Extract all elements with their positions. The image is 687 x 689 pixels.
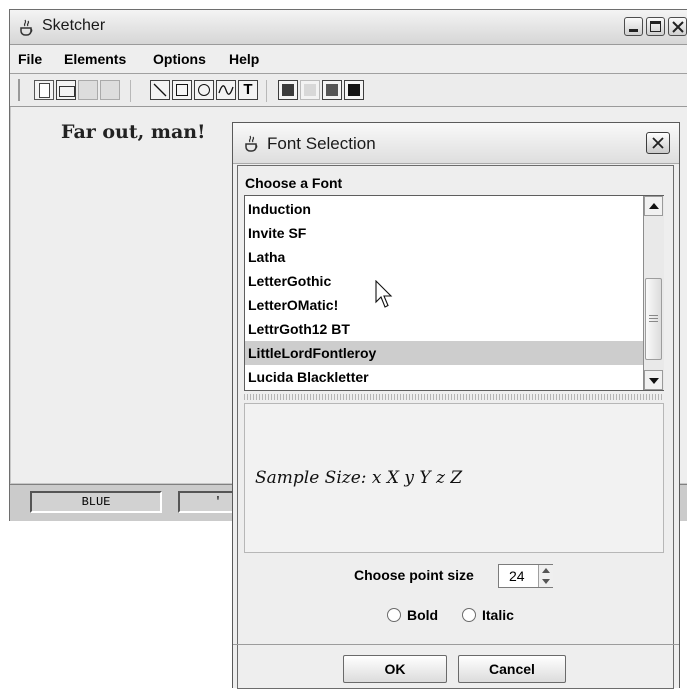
java-cup-icon [245, 135, 258, 152]
font-list-item[interactable]: Invite SF [245, 221, 643, 245]
menu-file[interactable]: File [18, 51, 42, 67]
color-swatch-3[interactable] [322, 80, 342, 100]
italic-label: Italic [482, 607, 514, 623]
toolbar-separator [130, 80, 131, 102]
menu-options[interactable]: Options [153, 51, 206, 67]
font-list-item[interactable]: LetterOMatic! [245, 293, 643, 317]
sample-text: Sample Size: x X y Y z Z [255, 468, 463, 488]
toolbar-separator [266, 80, 267, 102]
save-icon[interactable] [78, 80, 98, 100]
arrow-down-icon [649, 378, 659, 384]
spinner-down-icon[interactable] [542, 579, 550, 584]
close-icon [672, 21, 684, 33]
circle-tool-icon[interactable] [194, 80, 214, 100]
window-title: Sketcher [42, 17, 106, 34]
cancel-button[interactable]: Cancel [458, 655, 566, 683]
spinner-buttons [538, 565, 553, 587]
menu-elements[interactable]: Elements [64, 51, 126, 67]
color-swatch-1[interactable] [278, 80, 298, 100]
italic-radio[interactable]: Italic [462, 607, 514, 623]
line-tool-icon[interactable] [150, 80, 170, 100]
scroll-down-button[interactable] [644, 370, 663, 390]
split-pane-divider[interactable] [244, 394, 664, 400]
radio-circle-icon [387, 608, 401, 622]
color-swatch-2[interactable] [300, 80, 320, 100]
mouse-pointer-icon [375, 280, 393, 308]
java-cup-icon [20, 19, 33, 36]
point-size-label: Choose point size [354, 567, 474, 583]
font-list-item[interactable]: Latha [245, 245, 643, 269]
minimize-icon [629, 29, 638, 32]
close-icon [652, 137, 664, 149]
status-color: BLUE [30, 491, 162, 513]
canvas-text[interactable]: Far out, man! [61, 121, 205, 143]
font-list-item-selected[interactable]: LittleLordFontleroy [245, 341, 643, 365]
maximize-icon [650, 21, 661, 32]
print-icon[interactable] [100, 80, 120, 100]
close-button[interactable] [668, 17, 687, 36]
arrow-up-icon [649, 203, 659, 209]
point-size-value[interactable]: 24 [509, 568, 525, 584]
new-file-icon[interactable] [34, 80, 54, 100]
font-list[interactable]: Induction Invite SF Latha LetterGothic L… [244, 195, 664, 391]
choose-font-label: Choose a Font [245, 175, 343, 191]
font-list-item[interactable]: LettrGoth12 BT [245, 317, 643, 341]
color-swatch-4[interactable] [344, 80, 364, 100]
point-size-spinner[interactable]: 24 [498, 564, 553, 588]
button-divider [233, 644, 679, 645]
dialog-title-bar[interactable]: Font Selection [233, 123, 679, 164]
font-list-item[interactable]: Lucida Blackletter [245, 365, 643, 389]
ok-button[interactable]: OK [343, 655, 447, 683]
toolbar-grip[interactable] [18, 79, 25, 101]
font-preview-pane: Sample Size: x X y Y z Z [244, 403, 664, 553]
text-tool-icon[interactable]: T [238, 80, 258, 100]
bold-radio[interactable]: Bold [387, 607, 438, 623]
maximize-button[interactable] [646, 17, 665, 36]
font-selection-dialog: Font Selection Choose a Font Induction I… [232, 122, 680, 689]
scroll-up-button[interactable] [644, 196, 663, 216]
bold-label: Bold [407, 607, 439, 623]
curve-tool-icon[interactable] [216, 80, 236, 100]
toolbar: T [10, 74, 687, 107]
menu-bar: File Elements Options Help [10, 45, 687, 74]
rectangle-tool-icon[interactable] [172, 80, 192, 100]
font-list-item[interactable]: Induction [245, 197, 643, 221]
title-bar[interactable]: Sketcher [10, 10, 687, 45]
open-icon[interactable] [56, 80, 76, 100]
radio-circle-icon [462, 608, 476, 622]
minimize-button[interactable] [624, 17, 643, 36]
menu-help[interactable]: Help [229, 51, 259, 67]
font-list-item[interactable]: LetterGothic [245, 269, 643, 293]
scroll-thumb[interactable] [645, 278, 662, 360]
spinner-up-icon[interactable] [542, 568, 550, 573]
font-list-scrollbar[interactable] [643, 196, 664, 390]
dialog-title: Font Selection [267, 134, 376, 153]
dialog-close-button[interactable] [646, 132, 670, 154]
